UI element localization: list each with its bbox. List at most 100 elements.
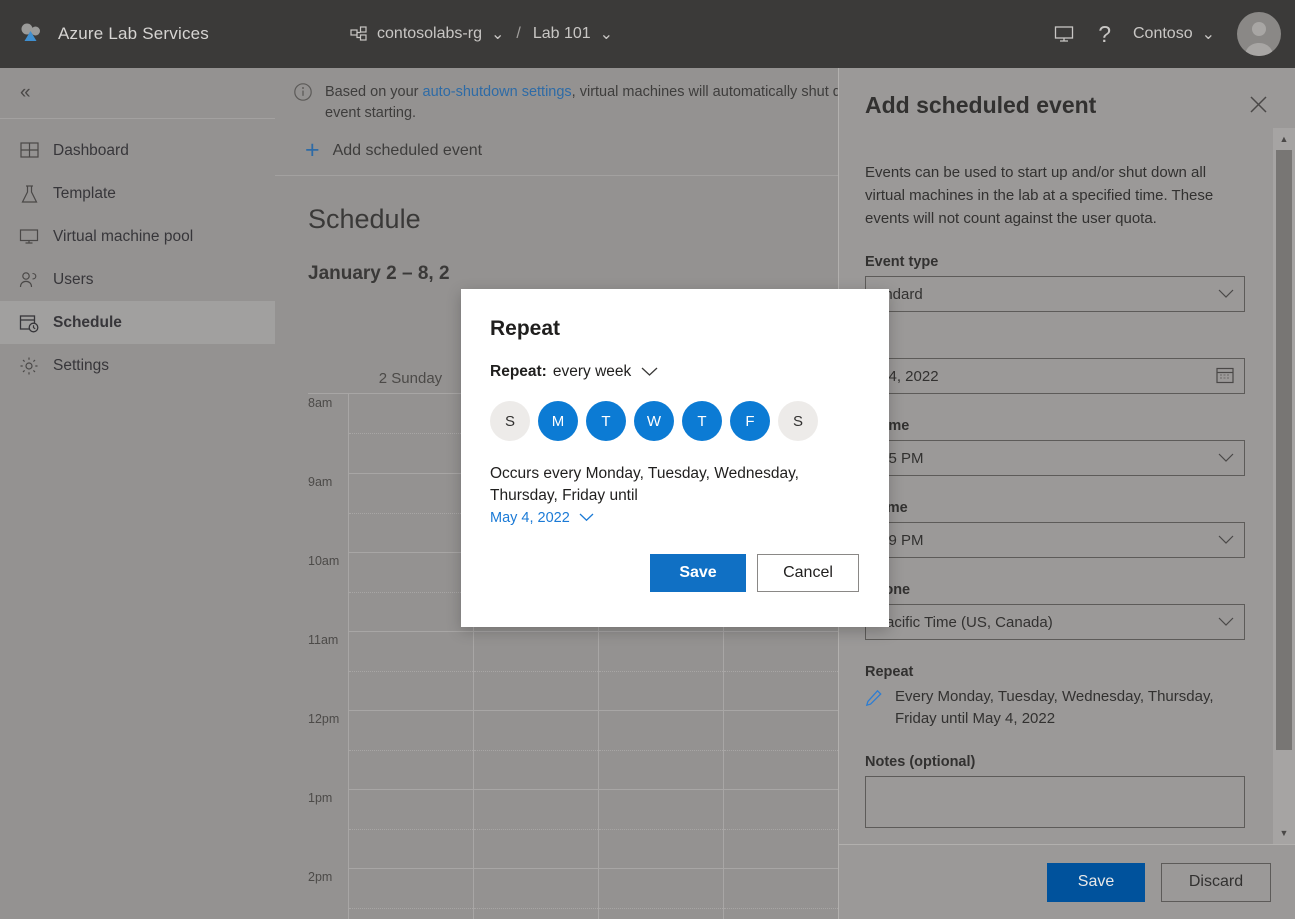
field-label: rt time — [865, 418, 1245, 434]
monitor-icon — [18, 226, 40, 248]
calendar-cell[interactable] — [473, 631, 598, 710]
weekday-letter: F — [745, 413, 754, 430]
pencil-icon[interactable] — [865, 689, 883, 712]
breadcrumb-lab[interactable]: Lab 101 — [533, 25, 591, 43]
calendar-cell[interactable] — [473, 710, 598, 789]
brand[interactable]: Azure Lab Services — [0, 19, 209, 49]
repeat-dialog: Repeat Repeat: every week S M T W T F S … — [461, 289, 889, 627]
start-time-dropdown[interactable]: :45 PM — [865, 440, 1245, 476]
dialog-save-button[interactable]: Save — [650, 554, 746, 592]
calendar-cell[interactable] — [598, 710, 723, 789]
sidebar-item-template[interactable]: Template — [0, 172, 275, 215]
auto-shutdown-settings-link[interactable]: auto-shutdown settings — [423, 84, 572, 100]
add-icon[interactable]: + — [305, 138, 320, 163]
weekday-toggle-friday[interactable]: F — [730, 401, 770, 441]
field-label: p time — [865, 500, 1245, 516]
close-icon[interactable] — [1244, 92, 1273, 121]
monitor-icon[interactable] — [1052, 22, 1076, 46]
weekday-toggle-wednesday[interactable]: W — [634, 401, 674, 441]
breadcrumb: contosolabs-rg ⌄ / Lab 101 ⌄ — [349, 24, 613, 44]
info-text-line2: event starting. — [325, 105, 416, 121]
breadcrumb-rg-chevron-down-icon[interactable]: ⌄ — [491, 24, 504, 44]
calendar-clock-icon — [18, 312, 40, 334]
time-zone-dropdown[interactable]: Pacific Time (US, Canada) — [865, 604, 1245, 640]
panel-form: Events can be used to start up and/or sh… — [839, 121, 1295, 828]
repeat-summary-row[interactable]: Every Monday, Tuesday, Wednesday, Thursd… — [865, 686, 1245, 730]
until-date-picker[interactable]: May 4, 2022 — [490, 510, 594, 526]
calendar-cell[interactable] — [723, 710, 848, 789]
info-icon — [293, 82, 313, 124]
scroll-down-arrow-icon[interactable]: ▼ — [1273, 822, 1295, 844]
sidebar-item-virtual-machine-pool[interactable]: Virtual machine pool — [0, 215, 275, 258]
calendar-cell[interactable] — [348, 631, 473, 710]
until-date-value: May 4, 2022 — [490, 510, 570, 526]
repeat-frequency-row[interactable]: Repeat: every week — [490, 363, 859, 381]
calendar-cell[interactable] — [348, 789, 473, 868]
sidebar-item-settings[interactable]: Settings — [0, 344, 275, 387]
weekday-letter: W — [647, 413, 661, 430]
field-label: Event type — [865, 254, 1245, 270]
weekday-toggle-thursday[interactable]: T — [682, 401, 722, 441]
chevron-down-icon — [1218, 287, 1234, 302]
sidebar-collapse-button[interactable]: « — [0, 68, 275, 118]
info-text-before: Based on your — [325, 84, 423, 100]
notes-textarea[interactable] — [865, 776, 1245, 828]
sidebar-item-dashboard[interactable]: Dashboard — [0, 129, 275, 172]
calendar-cell[interactable] — [598, 868, 723, 919]
panel-scrollbar[interactable]: ▲ ▼ — [1273, 128, 1295, 844]
add-scheduled-event-panel: Add scheduled event Events can be used t… — [838, 68, 1295, 919]
calendar-cell[interactable] — [348, 473, 473, 552]
panel-save-button[interactable]: Save — [1047, 863, 1145, 902]
calendar-icon[interactable] — [1216, 366, 1234, 387]
chevron-down-icon — [1218, 533, 1234, 548]
calendar-cell[interactable] — [723, 868, 848, 919]
tenant-selector[interactable]: Contoso ⌄ — [1133, 24, 1215, 44]
dialog-actions: Save Cancel — [490, 554, 859, 592]
calendar-cell[interactable] — [598, 631, 723, 710]
header-actions: ? Contoso ⌄ — [1052, 12, 1295, 56]
calendar-gutter — [308, 364, 348, 393]
calendar-cell[interactable] — [723, 631, 848, 710]
calendar-cell[interactable] — [348, 394, 473, 473]
panel-description: Events can be used to start up and/or sh… — [865, 161, 1245, 230]
sidebar-item-users[interactable]: Users — [0, 258, 275, 301]
calendar-cell[interactable] — [723, 789, 848, 868]
calendar-cell[interactable] — [598, 789, 723, 868]
calendar-cell[interactable] — [348, 552, 473, 631]
weekday-toggle-saturday[interactable]: S — [778, 401, 818, 441]
dashboard-icon — [18, 140, 40, 162]
dialog-cancel-button[interactable]: Cancel — [757, 554, 859, 592]
calendar-cell[interactable] — [473, 868, 598, 919]
stop-time-dropdown[interactable]: :59 PM — [865, 522, 1245, 558]
help-icon[interactable]: ? — [1098, 23, 1111, 46]
calendar-hour-label: 10am — [308, 552, 348, 631]
panel-discard-button[interactable]: Discard — [1161, 863, 1271, 902]
sidebar: « Dashboard Template — [0, 68, 275, 919]
weekday-toggle-monday[interactable]: M — [538, 401, 578, 441]
avatar[interactable] — [1237, 12, 1281, 56]
sidebar-item-schedule[interactable]: Schedule — [0, 301, 275, 344]
sidebar-item-label: Virtual machine pool — [53, 228, 193, 246]
weekday-toggle-tuesday[interactable]: T — [586, 401, 626, 441]
users-icon — [18, 269, 40, 291]
until-chevron-down-icon — [579, 511, 594, 525]
calendar-cell[interactable] — [473, 789, 598, 868]
panel-footer: Save Discard — [839, 844, 1295, 919]
calendar-cell[interactable] — [348, 868, 473, 919]
scrollbar-thumb[interactable] — [1276, 150, 1292, 750]
calendar-cell[interactable] — [348, 710, 473, 789]
breadcrumb-resource-group[interactable]: contosolabs-rg — [377, 25, 482, 43]
date-input[interactable]: n 4, 2022 — [865, 358, 1245, 394]
field-value: n 4, 2022 — [876, 368, 1216, 385]
calendar-hour-label: 8am — [308, 394, 348, 473]
add-scheduled-event-button[interactable]: Add scheduled event — [333, 142, 482, 160]
weekday-toggle-sunday[interactable]: S — [490, 401, 530, 441]
field-time-zone: e zone Pacific Time (US, Canada) — [865, 582, 1245, 640]
dialog-title: Repeat — [490, 317, 859, 341]
weekday-selector: S M T W T F S — [490, 401, 859, 441]
field-label: e zone — [865, 582, 1245, 598]
breadcrumb-lab-chevron-down-icon[interactable]: ⌄ — [600, 24, 613, 44]
repeat-frequency-value: every week — [553, 363, 631, 381]
event-type-dropdown[interactable]: andard — [865, 276, 1245, 312]
scroll-up-arrow-icon[interactable]: ▲ — [1273, 128, 1295, 150]
